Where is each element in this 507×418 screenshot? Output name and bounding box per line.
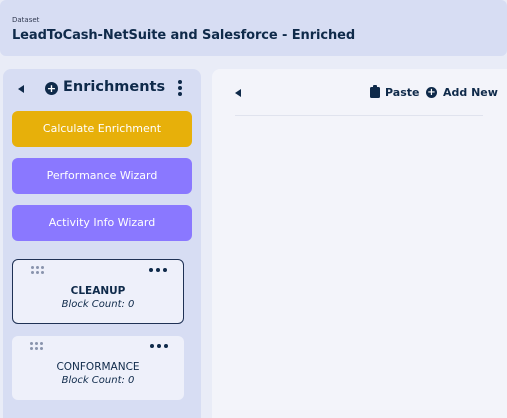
performance-wizard-button[interactable]: Performance Wizard bbox=[12, 158, 192, 194]
drag-handle-icon[interactable] bbox=[30, 342, 44, 350]
card-block-count: Block Count: 0 bbox=[61, 375, 135, 386]
drag-handle-icon[interactable] bbox=[31, 266, 45, 274]
card-menu-kebab-icon[interactable] bbox=[150, 344, 168, 349]
add-enrichment-plus-icon[interactable]: + bbox=[45, 82, 58, 95]
dataset-title: LeadToCash-NetSuite and Salesforce - Enr… bbox=[12, 28, 356, 43]
divider bbox=[235, 115, 483, 116]
add-new-label: Add New bbox=[443, 86, 498, 99]
enrichment-card-conformance[interactable]: CONFORMANCE Block Count: 0 bbox=[12, 336, 184, 400]
card-block-count: Block Count: 0 bbox=[61, 299, 135, 310]
collapse-triangle-icon[interactable] bbox=[18, 85, 24, 93]
plus-circle-icon: + bbox=[426, 87, 437, 98]
dataset-header: Dataset LeadToCash-NetSuite and Salesfor… bbox=[0, 0, 507, 56]
paste-label: Paste bbox=[385, 86, 420, 99]
back-triangle-icon[interactable] bbox=[235, 89, 241, 97]
enrichments-title: Enrichments bbox=[63, 79, 166, 95]
enrichments-menu-kebab-icon[interactable] bbox=[177, 80, 183, 98]
enrichment-card-cleanup[interactable]: CLEANUP Block Count: 0 bbox=[12, 259, 184, 324]
card-name: CONFORMANCE bbox=[56, 361, 140, 373]
dataset-label: Dataset bbox=[12, 16, 40, 24]
calculate-enrichment-button[interactable]: Calculate Enrichment bbox=[12, 111, 192, 147]
activity-info-wizard-button[interactable]: Activity Info Wizard bbox=[12, 205, 192, 241]
enrichments-panel-header: + Enrichments bbox=[3, 79, 201, 101]
enrichments-panel: + Enrichments Calculate Enrichment Perfo… bbox=[3, 69, 201, 418]
clipboard-icon bbox=[370, 85, 380, 98]
card-menu-kebab-icon[interactable] bbox=[149, 268, 167, 273]
card-name: CLEANUP bbox=[70, 285, 126, 297]
blocks-panel: Paste + Add New bbox=[212, 69, 507, 418]
